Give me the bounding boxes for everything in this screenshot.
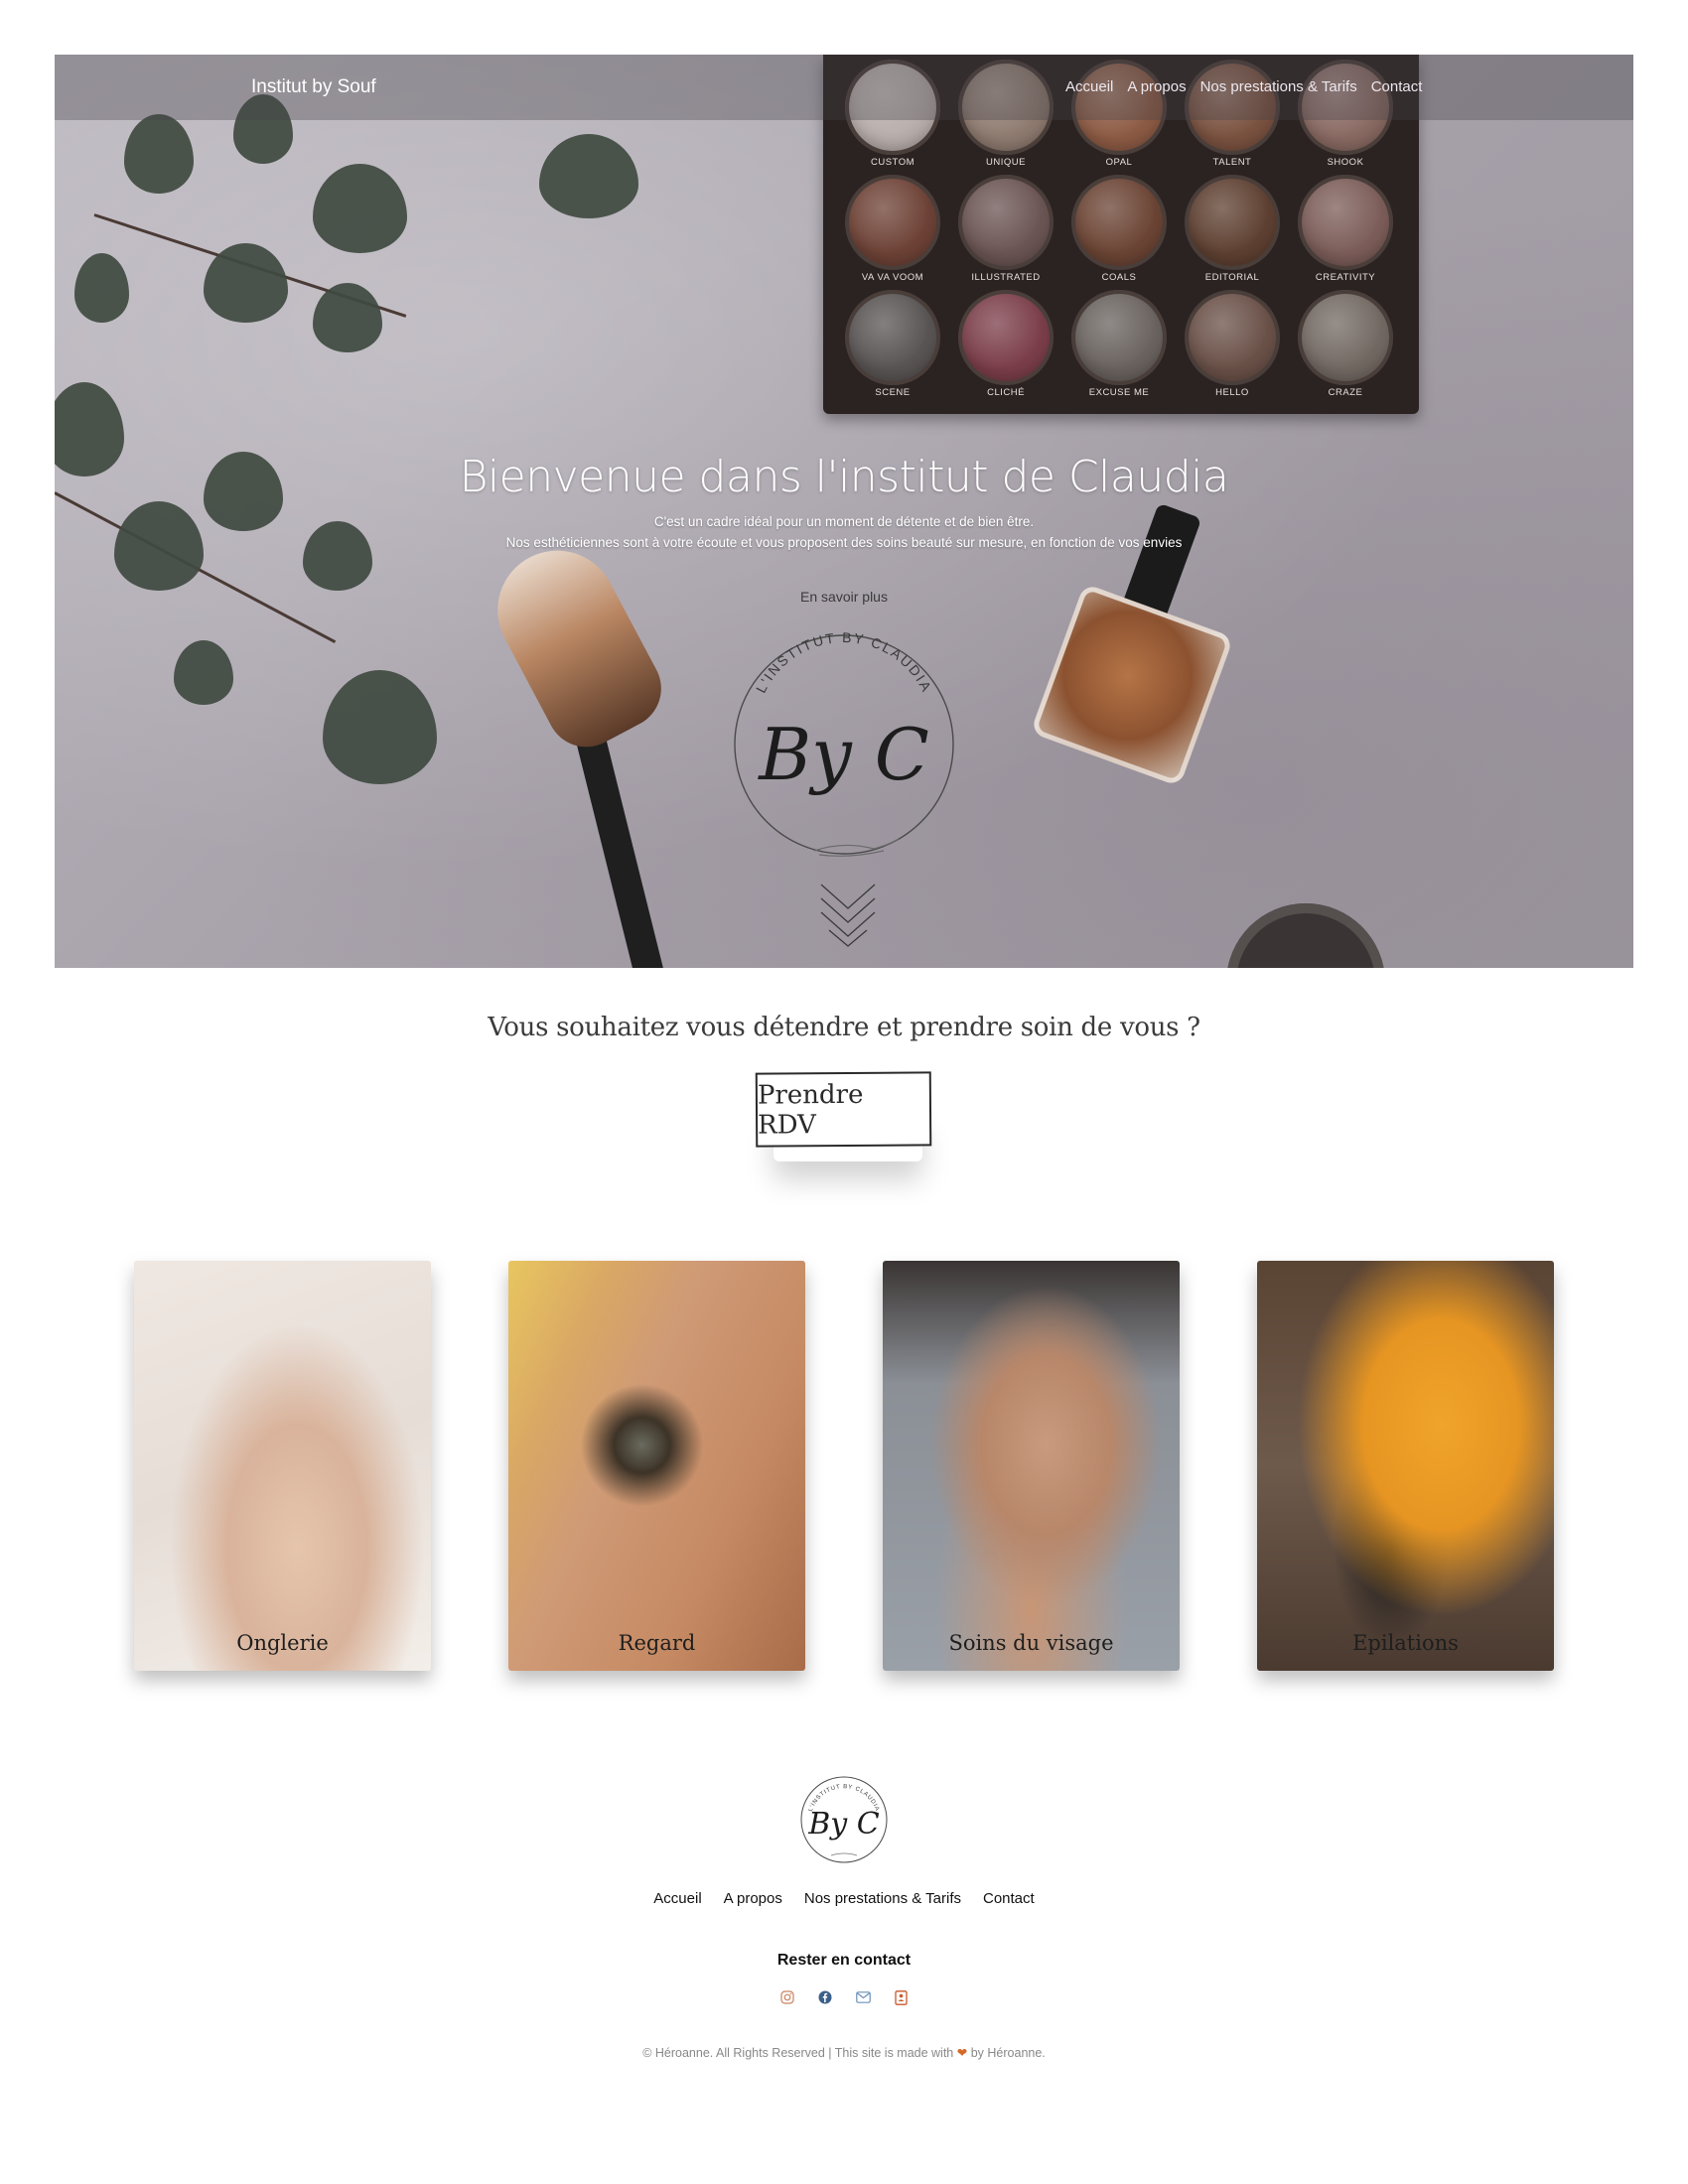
eyeshadow-shade-label: EXCUSE ME [1088,387,1150,398]
footer-link-accueil[interactable]: Accueil [653,1890,701,1907]
copyright-text: © Héroanne. All Rights Reserved | This s… [642,2046,954,2060]
nav-link-contact[interactable]: Contact [1371,78,1423,95]
leaf [313,164,407,253]
eyeshadow-shade-label: EDITORIAL [1204,272,1260,283]
eyeshadow-pan [958,175,1054,270]
eyeshadow-shade-label: CLICHÉ [987,387,1025,398]
social-links [0,1989,1688,2005]
eyeshadow-pan [1298,175,1393,270]
instagram-icon[interactable] [779,1989,795,2005]
hero-subtitle: C'est un cadre idéal pour un moment de d… [55,511,1633,553]
stay-in-touch-heading: Rester en contact [776,1952,912,1969]
hero-subtitle-line: Nos esthéticiennes sont à votre écoute e… [505,535,1183,550]
service-card-label: Soins du visage [948,1631,1114,1655]
eyeshadow-shade-label: CREATIVITY [1315,272,1376,283]
copyright-credit: by Héroanne. [970,2046,1046,2060]
service-card-label: Regard [618,1631,696,1655]
facebook-icon[interactable] [817,1989,833,2005]
copyright-notice: © Héroanne. All Rights Reserved | This s… [0,2045,1688,2060]
logo-ring-text: L'INSTITUT BY CLAUDIA [753,629,935,696]
footer-link-a-propos[interactable]: A propos [724,1890,782,1907]
makeup-brush-head [477,529,675,761]
service-card-onglerie[interactable]: Onglerie [134,1261,431,1671]
learn-more-link: En savoir plus [55,589,1633,605]
leaf [74,253,129,323]
email-icon[interactable] [855,1989,871,2005]
footer-nav: Accueil A propos Nos prestations & Tarif… [0,1890,1688,1907]
eyeshadow-shade-label: OPAL [1105,157,1133,168]
top-navbar: Institut by Souf Accueil A propos Nos pr… [55,55,1633,120]
eyeshadow-pan [1071,175,1167,270]
leaf [313,283,382,352]
eyeshadow-shade-label: HELLO [1215,387,1249,398]
service-card-soins-visage[interactable]: Soins du visage [883,1261,1180,1671]
nav-link-prestations[interactable]: Nos prestations & Tarifs [1200,78,1357,95]
eyeshadow-shade-label: TALENT [1212,157,1252,168]
eyeshadow-pan [845,290,940,385]
eyeshadow-shade-label: UNIQUE [986,157,1026,168]
contact-book-icon[interactable] [893,1989,909,2005]
cosmetic-jar [1226,903,1385,968]
hero-subtitle-line: C'est un cadre idéal pour un moment de d… [653,514,1035,529]
leaf [174,640,233,705]
eyeshadow-pan [958,290,1054,385]
nail-polish-bottle [1030,583,1234,787]
service-card-regard[interactable]: Regard [508,1261,805,1671]
leaf [204,243,288,323]
service-card-label: Epilations [1352,1631,1459,1655]
eyeshadow-shade-label: SCENE [875,387,911,398]
cta-question: Vous souhaitez vous détendre et prendre … [488,1013,1200,1042]
eyeshadow-shade-label: ILLUSTRATED [971,272,1041,283]
scroll-down-icon[interactable] [817,879,879,948]
appointment-button-wrap: Prendre RDV [755,1071,932,1148]
footer-logo-monogram: By C [807,1807,880,1842]
eyeshadow-pan [1071,290,1167,385]
leaf [124,114,194,194]
service-card-label: Onglerie [236,1631,329,1655]
footer-logo[interactable]: L'INSTITUT BY CLAUDIA By C [797,1770,891,1869]
nav-link-accueil[interactable]: Accueil [1065,78,1113,95]
heart-icon: ❤ [956,2046,968,2060]
nav-link-a-propos[interactable]: A propos [1127,78,1186,95]
footer-link-prestations[interactable]: Nos prestations & Tarifs [804,1890,961,1907]
leaf [539,134,638,218]
eyeshadow-pan [1298,290,1393,385]
hero-title: Bienvenue dans l'institut de Claudia [459,452,1229,502]
footer-link-contact[interactable]: Contact [983,1890,1035,1907]
eyeshadow-shade-label: SHOOK [1327,157,1364,168]
main-nav: Accueil A propos Nos prestations & Tarif… [1065,78,1422,95]
institut-logo: L'INSTITUT BY CLAUDIA By C [734,629,954,857]
eyeshadow-shade-label: CRAZE [1328,387,1363,398]
leaf [323,670,437,784]
learn-more-text[interactable]: En savoir plus [800,589,888,605]
eyeshadow-pan [1185,290,1280,385]
book-appointment-button[interactable]: Prendre RDV [755,1071,932,1148]
footer-logo-hand-mark [830,1852,858,1856]
brand-link[interactable]: Institut by Souf [251,76,376,98]
eyeshadow-shade-label: VA VA VOOM [861,272,924,283]
eyeshadow-shade-label: COALS [1101,272,1137,283]
service-card-epilations[interactable]: Epilations [1257,1261,1554,1671]
eyeshadow-pan [845,175,940,270]
logo-monogram: By C [757,713,929,796]
hero-banner: CUSTOM UNIQUE OPAL TALENT SHOOK VA VA VOOM ILL… [55,55,1633,968]
eyeshadow-pan [1185,175,1280,270]
eyeshadow-shade-label: CUSTOM [871,157,914,168]
